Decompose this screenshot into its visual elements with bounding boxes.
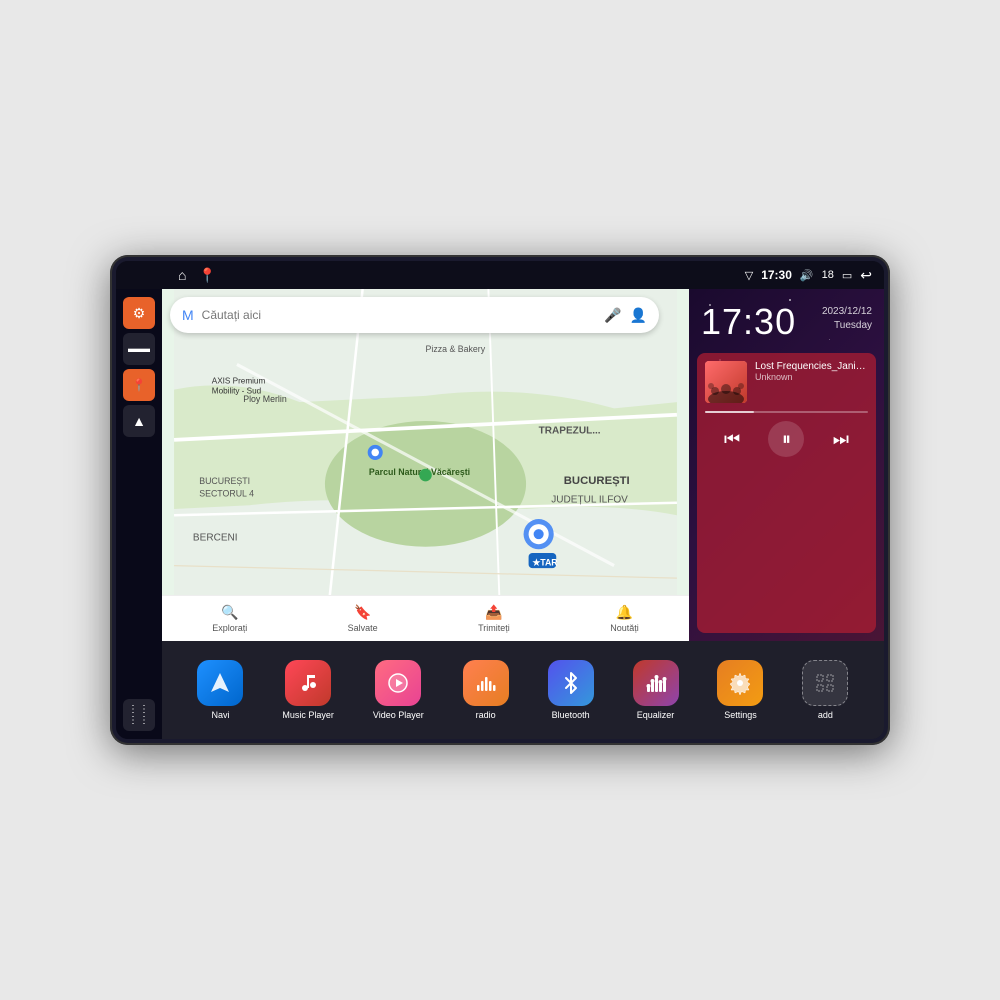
sidebar-item-apps-grid[interactable]: ⋮⋮⋮⋮	[123, 699, 155, 731]
add-icon	[802, 660, 848, 706]
main-area: ⚙ ▬▬ 📍 ▲ ⋮⋮⋮⋮	[116, 289, 884, 739]
equalizer-icon	[633, 660, 679, 706]
equalizer-label: Equalizer	[637, 710, 675, 720]
svg-text:Ploy Merlin: Ploy Merlin	[243, 394, 287, 404]
explore-label: Explorați	[212, 623, 247, 633]
clock-time: 17:30	[701, 301, 796, 343]
music-player-icon	[285, 660, 331, 706]
news-icon: 🔔	[616, 604, 633, 621]
account-icon[interactable]: 👤	[630, 307, 647, 324]
music-title: Lost Frequencies_Janie...	[755, 361, 868, 372]
map-bottom-saved[interactable]: 🔖 Salvate	[348, 604, 378, 633]
album-art-image	[705, 361, 747, 403]
back-icon[interactable]: ↩	[860, 267, 872, 284]
music-controls: ⏮ ⏸ ⏭	[705, 421, 868, 457]
status-time: 17:30	[761, 268, 792, 282]
play-pause-button[interactable]: ⏸	[768, 421, 804, 457]
map-container[interactable]: TRAPEZUL... BUCUREȘTI JUDEȚUL ILFOV BUCU…	[162, 289, 689, 641]
map-bottom-news[interactable]: 🔔 Noutăți	[610, 604, 639, 633]
map-bottom-bar: 🔍 Explorați 🔖 Salvate 📤 Trimiteți	[162, 595, 689, 641]
news-label: Noutăți	[610, 623, 639, 633]
right-panel: 17:30 2023/12/12 Tuesday	[689, 289, 884, 641]
prev-button[interactable]: ⏮	[714, 421, 750, 457]
sidebar-item-location[interactable]: 📍	[123, 369, 155, 401]
svg-text:BERCENI: BERCENI	[193, 532, 238, 543]
svg-text:TRAPEZUL...: TRAPEZUL...	[539, 426, 601, 437]
explore-icon: 🔍	[221, 604, 238, 621]
device-screen: ⌂ 📍 ▽ 17:30 🔊 18 ▭ ↩ ⚙ ▬▬ 📍 ▲ ⋮⋮⋮⋮	[116, 261, 884, 739]
svg-text:Pizza & Bakery: Pizza & Bakery	[425, 344, 485, 354]
svg-text:SECTORUL 4: SECTORUL 4	[199, 488, 254, 498]
next-button[interactable]: ⏭	[823, 421, 859, 457]
sidebar-item-settings[interactable]: ⚙	[123, 297, 155, 329]
music-artist: Unknown	[755, 372, 868, 382]
sidebar-item-navigation[interactable]: ▲	[123, 405, 155, 437]
mic-icon[interactable]: 🎤	[604, 307, 621, 324]
app-radio[interactable]: radio	[463, 660, 509, 720]
battery-level: 18	[822, 269, 834, 281]
google-maps-icon: M	[182, 307, 194, 323]
saved-icon: 🔖	[354, 604, 371, 621]
settings-label: Settings	[724, 710, 757, 720]
bluetooth-label: Bluetooth	[552, 710, 590, 720]
battery-icon: ▭	[842, 269, 852, 282]
radio-label: radio	[476, 710, 496, 720]
app-navi[interactable]: Navi	[197, 660, 243, 720]
svg-text:AXIS Premium: AXIS Premium	[212, 376, 266, 385]
send-label: Trimiteți	[478, 623, 510, 633]
app-dock: Navi Music Player	[162, 641, 884, 739]
app-settings[interactable]: Settings	[717, 660, 763, 720]
maps-nav-icon[interactable]: 📍	[198, 267, 215, 284]
content-area: TRAPEZUL... BUCUREȘTI JUDEȚUL ILFOV BUCU…	[162, 289, 884, 739]
saved-label: Salvate	[348, 623, 378, 633]
send-icon: 📤	[485, 604, 502, 621]
volume-icon: 🔊	[800, 269, 814, 282]
album-art	[705, 361, 747, 403]
svg-text:★TAR: ★TAR	[532, 558, 558, 568]
device: ⌂ 📍 ▽ 17:30 🔊 18 ▭ ↩ ⚙ ▬▬ 📍 ▲ ⋮⋮⋮⋮	[110, 255, 890, 745]
music-progress-bar	[705, 411, 868, 413]
search-placeholder: Căutați aici	[202, 308, 596, 322]
sidebar: ⚙ ▬▬ 📍 ▲ ⋮⋮⋮⋮	[116, 289, 162, 739]
music-text: Lost Frequencies_Janie... Unknown	[755, 361, 868, 382]
clock-date-year: 2023/12/12	[822, 305, 872, 319]
map-search-bar[interactable]: M Căutați aici 🎤 👤	[170, 297, 659, 333]
map-bottom-explore[interactable]: 🔍 Explorați	[212, 604, 247, 633]
map-svg: TRAPEZUL... BUCUREȘTI JUDEȚUL ILFOV BUCU…	[162, 289, 689, 641]
music-player-label: Music Player	[282, 710, 334, 720]
app-equalizer[interactable]: Equalizer	[633, 660, 679, 720]
app-add[interactable]: add	[802, 660, 848, 720]
navi-icon	[197, 660, 243, 706]
settings-icon	[717, 660, 763, 706]
clock-widget: 17:30 2023/12/12 Tuesday	[697, 297, 876, 347]
music-widget: Lost Frequencies_Janie... Unknown ⏮ ⏸ ⏭	[697, 353, 876, 633]
clock-date: 2023/12/12 Tuesday	[822, 301, 872, 333]
sidebar-item-files[interactable]: ▬▬	[123, 333, 155, 365]
top-row: TRAPEZUL... BUCUREȘTI JUDEȚUL ILFOV BUCU…	[162, 289, 884, 641]
svg-text:BUCUREȘTI: BUCUREȘTI	[564, 475, 630, 487]
app-music-player[interactable]: Music Player	[282, 660, 334, 720]
clock-date-day: Tuesday	[822, 319, 872, 333]
svg-text:Mobility - Sud: Mobility - Sud	[212, 386, 262, 395]
app-bluetooth[interactable]: Bluetooth	[548, 660, 594, 720]
add-label: add	[818, 710, 833, 720]
app-video-player[interactable]: Video Player	[373, 660, 424, 720]
navi-label: Navi	[211, 710, 229, 720]
wifi-icon: ▽	[745, 269, 753, 282]
status-bar: ⌂ 📍 ▽ 17:30 🔊 18 ▭ ↩	[116, 261, 884, 289]
radio-icon	[463, 660, 509, 706]
clock-display: 17:30	[701, 301, 796, 343]
bluetooth-icon	[548, 660, 594, 706]
map-bottom-send[interactable]: 📤 Trimiteți	[478, 604, 510, 633]
svg-text:JUDEȚUL ILFOV: JUDEȚUL ILFOV	[551, 495, 628, 506]
home-nav-icon[interactable]: ⌂	[178, 267, 186, 283]
music-info: Lost Frequencies_Janie... Unknown	[705, 361, 868, 403]
video-player-label: Video Player	[373, 710, 424, 720]
status-bar-left: ⌂ 📍	[128, 267, 216, 284]
svg-text:BUCUREȘTI: BUCUREȘTI	[199, 476, 250, 486]
video-player-icon	[375, 660, 421, 706]
